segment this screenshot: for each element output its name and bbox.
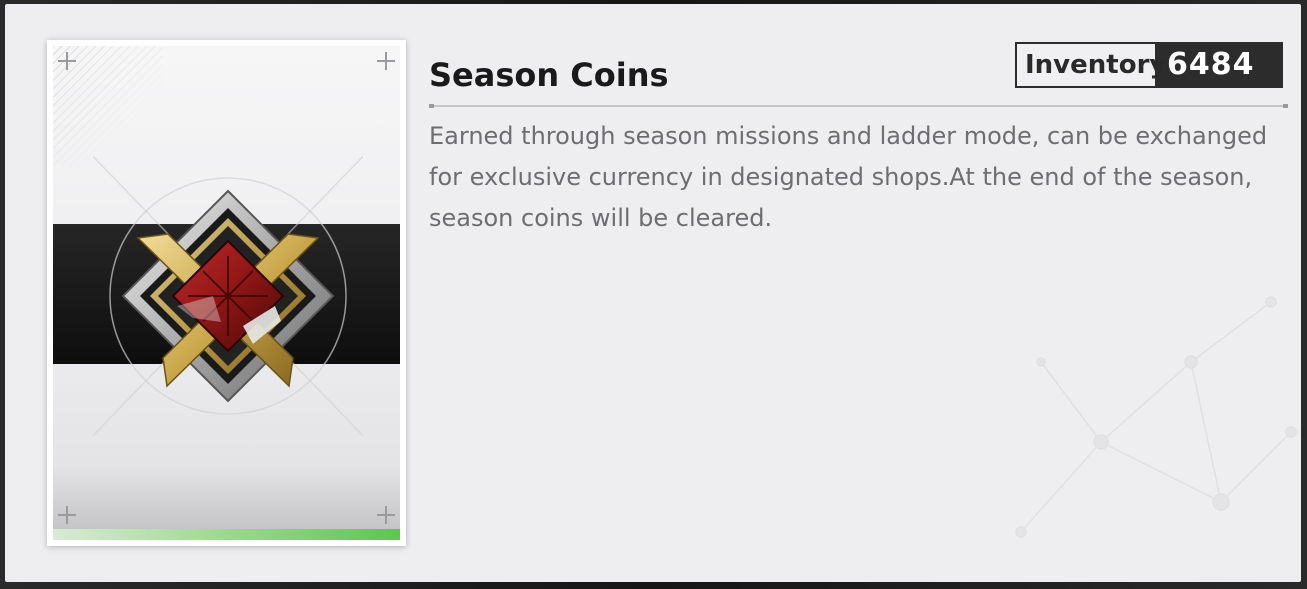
inventory-label: Inventory [1017, 44, 1166, 86]
item-title: Season Coins [429, 56, 669, 94]
item-card-artwork [53, 46, 400, 540]
item-description: Earned through season missions and ladde… [429, 122, 1268, 232]
corner-mark-icon [58, 52, 76, 70]
item-detail-panel: Season Coins Earned through season missi… [5, 4, 1301, 582]
inventory-count: 6484 [1167, 47, 1255, 82]
corner-mark-icon [58, 506, 76, 524]
corner-mark-icon [377, 52, 395, 70]
inventory-badge: Inventory 6484 [1015, 42, 1283, 88]
network-pattern-decoration [1015, 296, 1297, 538]
item-card[interactable] [47, 40, 406, 546]
corner-mark-icon [377, 506, 395, 524]
title-divider [429, 104, 1288, 108]
season-coin-emblem-icon [93, 155, 363, 437]
rarity-bar [53, 529, 400, 540]
